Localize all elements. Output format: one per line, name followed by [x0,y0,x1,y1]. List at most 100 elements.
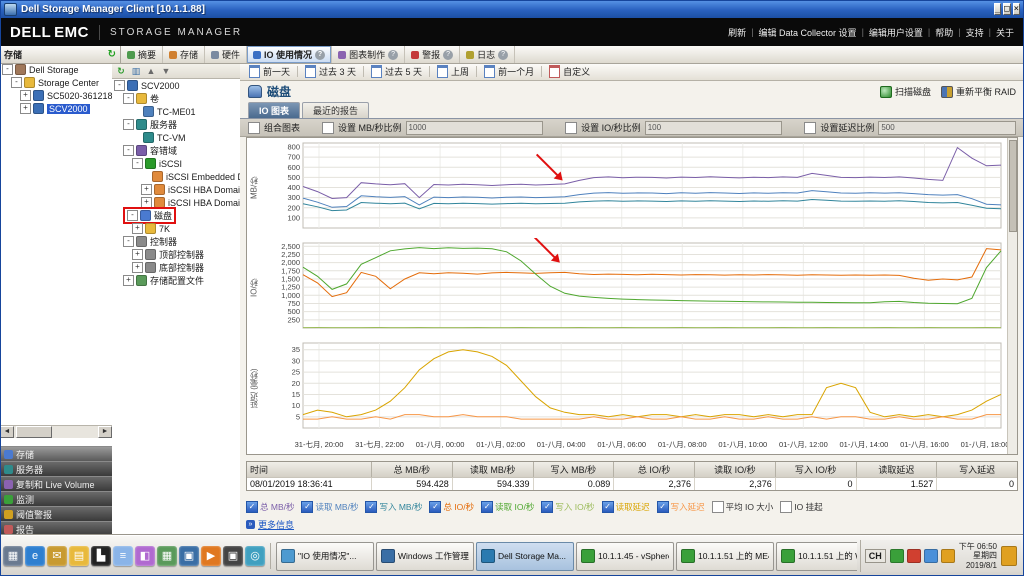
collector-tray-icon[interactable] [889,549,904,563]
tree-expander-icon[interactable]: - [127,210,138,221]
legend-checkbox[interactable]: ✓ [301,501,314,513]
scroll-left-icon[interactable]: ◄ [0,426,14,438]
main-tab-6[interactable]: 日志? [460,46,516,63]
legend-checkbox[interactable]: ✓ [365,501,378,513]
main-tab-1[interactable]: 存储 [163,46,206,63]
tree-node[interactable]: -卷 [112,92,240,105]
legend-item-2[interactable]: ✓ 写入 MB/秒 [365,501,422,513]
legend-item-6[interactable]: ✓ 读取延迟 [601,501,650,513]
tree-expander-icon[interactable]: - [123,119,134,130]
legend-checkbox[interactable]: ✓ [601,501,614,513]
legend-checkbox[interactable] [711,501,724,513]
legend-checkbox[interactable]: ✓ [656,501,669,513]
main-tab-0[interactable]: 摘要 [121,46,164,63]
tree-node[interactable]: + 底部控制器 [112,261,240,274]
taskbar-button-1[interactable]: Windows 工作管理员 [376,541,474,571]
network-tray-icon[interactable] [923,549,938,563]
email-icon[interactable]: ✉ [47,546,67,566]
legend-item-7[interactable]: ✓ 写入延迟 [656,501,705,513]
date-range-button-0[interactable]: 前一天 [244,64,295,79]
column-header[interactable]: 读取 MB/秒 [451,462,533,477]
vnc-icon[interactable]: ◎ [245,546,265,566]
tree-expander-icon[interactable]: - [132,158,143,169]
collapse-all-icon[interactable]: ▲ [145,65,157,77]
minimize-button[interactable]: _ [993,3,1002,15]
date-range-button-1[interactable]: 过去 3 天 [300,64,361,79]
taskbar-button-0[interactable]: "IO 使用情况"... [276,541,374,571]
expand-all-icon[interactable]: ▼ [160,65,172,77]
column-header[interactable]: 读取 IO/秒 [694,462,775,477]
sidebar-nav-item-3[interactable]: 监测 [0,491,112,506]
internet-explorer-icon[interactable]: e [25,546,45,566]
header-link[interactable]: 支持 [966,26,984,39]
tree-node[interactable]: - iSCSI [112,157,240,170]
chart-plot-area[interactable]: 100200300400500600700800 [261,138,1007,238]
legend-item-8[interactable]: 平均 IO 大小 [711,501,773,513]
sidebar-nav-item-0[interactable]: 存储 [0,446,112,461]
save-icon[interactable]: ▥ [130,65,142,77]
column-header[interactable]: 写入 MB/秒 [532,462,614,477]
tree-node[interactable]: TC-ME01 [112,105,240,118]
calculator-icon[interactable]: ▦ [157,546,177,566]
tray-overflow-icon[interactable] [1001,546,1017,566]
scroll-right-icon[interactable]: ► [98,426,112,438]
io-scale-checkbox[interactable] [565,121,578,134]
legend-checkbox[interactable]: ✓ [246,501,258,513]
legend-item-0[interactable]: ✓ 总 MB/秒 [246,501,294,513]
tree-node[interactable]: + SC5020-361218-98NJCM2- [0,89,112,102]
tree-expander-icon[interactable]: + [141,184,152,195]
tree-node[interactable]: + SCV2000 [0,102,112,115]
content-tab-1[interactable]: 最近的报告 [302,102,370,118]
column-header[interactable]: 写入 IO/秒 [774,462,856,477]
legend-item-9[interactable]: IO 挂起 [780,501,823,513]
main-tab-3[interactable]: IO 使用情况? [247,46,333,63]
tree-expander-icon[interactable]: + [132,223,143,234]
tree-expander-icon[interactable]: + [20,90,31,101]
column-header[interactable]: 时间 [247,462,371,477]
tree-expander-icon[interactable]: - [114,80,125,91]
mb-scale-checkbox[interactable] [322,121,335,134]
sidebar-nav-item-2[interactable]: 复制和 Live Volume [0,476,112,491]
main-tab-4[interactable]: 图表制作? [332,46,406,63]
tree-node[interactable]: + iSCSI HBA Domain 1 [112,183,240,196]
tree-expander-icon[interactable]: + [20,103,31,114]
legend-item-3[interactable]: ✓ 总 IO/秒 [429,501,474,513]
close-button[interactable]: × [1012,3,1020,15]
column-header[interactable]: 读取延迟 [855,462,937,477]
header-link[interactable]: 刷新 [728,26,746,39]
rebalance-raid-button[interactable]: 重新平衡 RAID [940,85,1016,98]
tree-node[interactable]: - 容错域 [112,144,240,157]
column-header[interactable]: 总 MB/秒 [371,462,452,477]
more-info-link[interactable]: 更多信息 [258,518,294,531]
show-desktop-icon[interactable]: ▦ [3,546,23,566]
mb-scale-input[interactable] [405,120,544,135]
legend-item-5[interactable]: ✓ 写入 IO/秒 [541,501,595,513]
cmd-icon[interactable]: ▙ [91,546,111,566]
tree-expander-icon[interactable]: - [123,236,134,247]
tree-node[interactable]: - 磁盘 [112,207,240,224]
date-range-button-3[interactable]: 上周 [432,64,474,79]
legend-checkbox[interactable]: ✓ [429,501,442,513]
tree-node[interactable]: TC-VM [112,131,240,144]
charts-scrollbar[interactable] [1007,138,1017,454]
main-tab-2[interactable]: 硬件 [205,46,248,63]
charts-scrollbar-thumb[interactable] [1009,140,1017,232]
date-range-button-4[interactable]: 前一个月 [479,64,539,79]
tree-node[interactable]: - 控制器 [112,235,240,248]
tree-expander-icon[interactable]: + [132,249,143,260]
date-range-button-2[interactable]: 过去 5 天 [366,64,427,79]
tree-expander-icon[interactable]: + [132,262,143,273]
taskbar-button-4[interactable]: 10.1.1.51 上的 ME4... [676,541,774,571]
tree-node[interactable]: iSCSI Embedded Domain 1 [112,170,240,183]
refresh-icon[interactable]: ↻ [108,49,116,60]
latency-scale-input[interactable] [878,120,1016,135]
tree-expander-icon[interactable]: - [123,145,134,156]
content-tab-0[interactable]: IO 图表 [248,102,301,118]
legend-item-4[interactable]: ✓ 读取 IO/秒 [481,501,534,513]
legend-item-1[interactable]: ✓ 读取 MB/秒 [301,501,358,513]
rdp-icon[interactable]: ▣ [179,546,199,566]
scan-disk-button[interactable]: 扫描磁盘 [879,85,931,98]
horizontal-scrollbar[interactable]: ◄ ► [0,425,112,438]
notepad-icon[interactable]: ≡ [113,546,133,566]
tree-expander-icon[interactable]: - [123,93,134,104]
